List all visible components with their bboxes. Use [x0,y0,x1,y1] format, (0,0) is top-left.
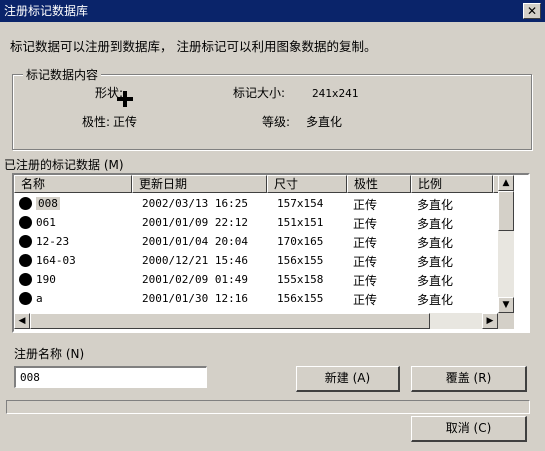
vertical-scrollbar[interactable]: ▲ ▼ [498,175,514,313]
list-item[interactable]: 0612001/01/09 22:12151x151正传多直化杉 [14,213,510,232]
cell-date: 2001/02/09 01:49 [142,273,248,286]
column-header-date[interactable]: 更新日期 [132,175,267,193]
vertical-scroll-thumb[interactable] [498,191,514,231]
mark-dot-icon [19,254,32,267]
title-bar: 注册标记数据库 ✕ [0,0,545,22]
list-item[interactable]: 0082002/03/13 16:25157x154正传多直化R [14,194,506,213]
cell-size: 156x155 [277,254,324,267]
mark-dot-icon [19,197,32,210]
list-item[interactable]: 12-232001/01/04 20:04170x165正传多直化杉 [14,232,510,251]
close-icon: ✕ [526,4,538,18]
cell-polarity: 正传 [353,274,378,288]
cell-name: 12-23 [36,235,70,248]
list-item[interactable]: 164-032000/12/21 15:46156x155正传多直化R [14,251,506,270]
cell-ratio: 多直化 [417,293,454,307]
size-value: 241x241 [312,87,359,100]
mark-dot-icon [19,292,32,305]
list-item[interactable]: a2001/01/30 12:16156x155正传多直化杉 [14,289,510,308]
scroll-left-button[interactable]: ◀ [14,313,30,329]
cell-size: 156x155 [277,292,324,305]
overwrite-button[interactable]: 覆盖 (R) [411,366,527,392]
horizontal-scrollbar[interactable]: ◀ ▶ [14,313,498,329]
scroll-up-button[interactable]: ▲ [498,175,514,191]
polarity-value: 正传 [113,115,138,129]
cell-date: 2001/01/04 20:04 [142,235,248,248]
cell-ratio: 多直化 [417,198,454,212]
cell-size: 155x158 [277,273,324,286]
cell-ratio: 多直化 [417,274,454,288]
level-label: 等级: [262,115,291,129]
column-header-polarity[interactable]: 极性 [347,175,411,193]
column-header-size[interactable]: 尺寸 [267,175,347,193]
size-label: 标记大小: [233,86,286,100]
cell-name: 164-03 [36,254,76,267]
cell-date: 2001/01/30 12:16 [142,292,248,305]
registration-name-input[interactable] [14,366,207,388]
cell-polarity: 正传 [353,293,378,307]
list-item[interactable]: 1902001/02/09 01:49155x158正传多直化杉 [14,270,510,289]
crosshair-icon [117,91,133,107]
registered-list-label: 已注册的标记数据 (M) [4,158,124,172]
cell-polarity: 正传 [353,217,378,231]
new-button[interactable]: 新建 (A) [296,366,400,392]
group-legend: 标记数据内容 [23,66,102,83]
mark-dot-icon [19,273,32,286]
cell-size: 151x151 [277,216,324,229]
cell-polarity: 正传 [353,236,378,250]
cell-date: 2002/03/13 16:25 [142,197,248,210]
polarity-label: 极性: [82,115,111,129]
cell-ratio: 多直化 [417,255,454,269]
column-header-name[interactable]: 名称 [14,175,132,193]
cell-name: 061 [36,216,56,229]
cell-size: 170x165 [277,235,324,248]
cell-name: a [36,292,43,305]
cell-name: 008 [36,197,60,210]
progress-bar [6,400,530,414]
mark-dot-icon [19,235,32,248]
scroll-right-button[interactable]: ▶ [482,313,498,329]
description-text: 标记数据可以注册到数据库， 注册标记可以利用图象数据的复制。 [10,39,377,54]
cancel-button[interactable]: 取消 (C) [411,416,527,442]
cell-ratio: 多直化 [417,236,454,250]
horizontal-scroll-thumb[interactable] [30,313,430,329]
mark-dot-icon [19,216,32,229]
cell-date: 2000/12/21 15:46 [142,254,248,267]
registered-marks-list[interactable]: 名称 更新日期 尺寸 极性 比例 量 0082002/03/13 16:2515… [12,173,530,333]
cell-polarity: 正传 [353,255,378,269]
window-title: 注册标记数据库 [4,4,89,18]
cell-polarity: 正传 [353,198,378,212]
scroll-corner [498,313,514,329]
close-button[interactable]: ✕ [523,3,541,19]
cell-date: 2001/01/09 22:12 [142,216,248,229]
registration-name-label: 注册名称 (N) [14,347,85,361]
cell-size: 157x154 [277,197,324,210]
cell-name: 190 [36,273,56,286]
column-header-ratio[interactable]: 比例 [411,175,493,193]
scroll-down-button[interactable]: ▼ [498,297,514,313]
level-value: 多直化 [306,115,343,129]
cell-ratio: 多直化 [417,217,454,231]
